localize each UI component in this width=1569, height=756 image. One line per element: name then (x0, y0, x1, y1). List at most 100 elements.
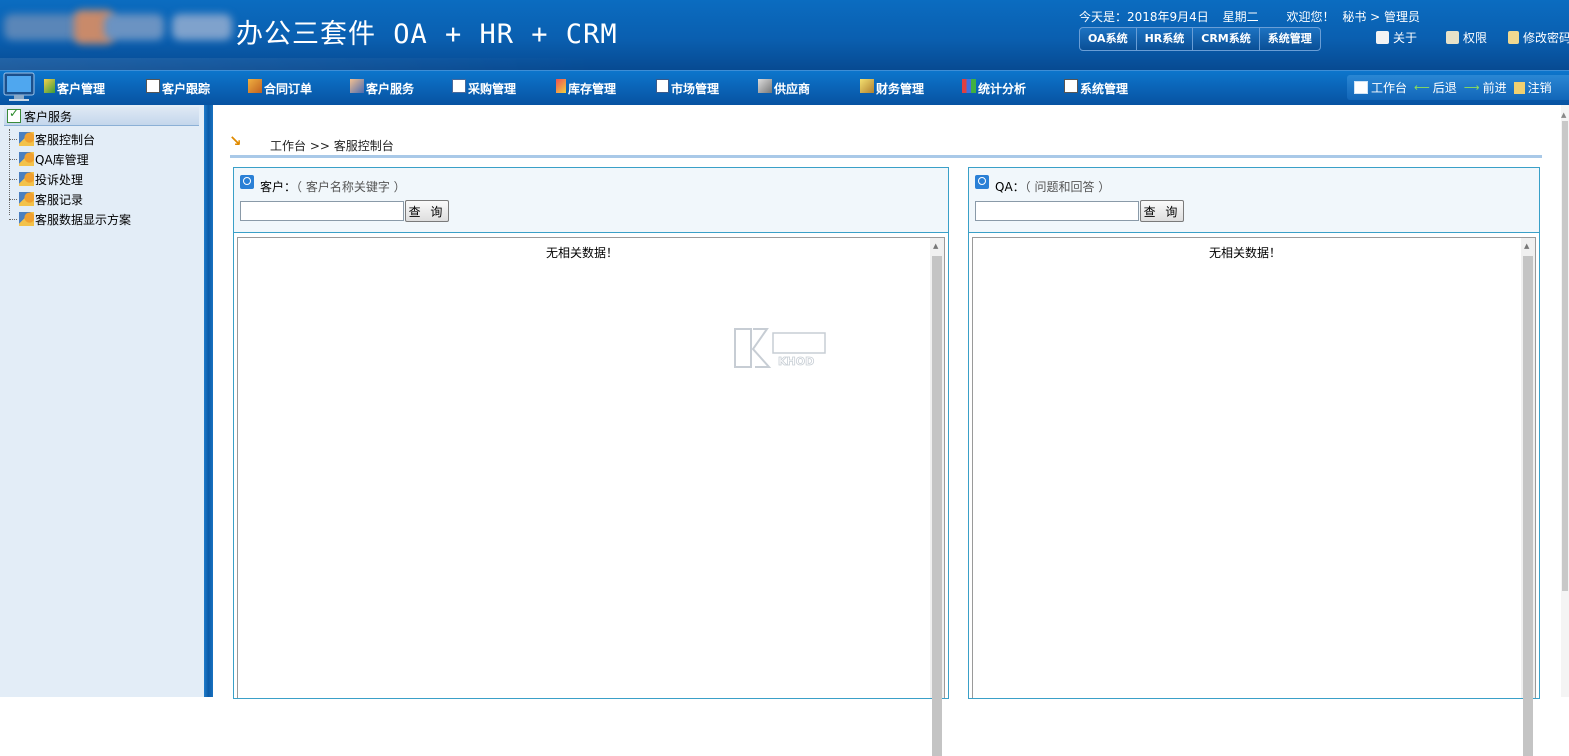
menu-inventory[interactable]: 库存管理 (556, 71, 616, 106)
qa-empty-message: 无相关数据！ (1209, 246, 1282, 260)
tab-oa-system[interactable]: OA系统 (1080, 28, 1137, 50)
sidebar-item-display-scheme[interactable]: 客服数据显示方案 (9, 209, 131, 229)
forward-link[interactable]: ⟶ 前进 (1464, 79, 1507, 96)
search-icon (975, 175, 989, 189)
logout-label: 注销 (1527, 81, 1552, 95)
purchasing-icon (452, 78, 466, 93)
quick-actions: 工作台 ⟵ 后退 ⟶ 前进 注销 (1347, 75, 1569, 100)
menu-label: 统计分析 (978, 82, 1027, 96)
qa-query-button[interactable]: 查 询 (1140, 200, 1184, 222)
main-menu-bar: 客户管理 客户跟踪 合同订单 客户服务 采购管理 库存管理 市场管理 供应商 财… (0, 70, 1569, 106)
qa-search-label: QA：（ 问题和回答 ） (995, 178, 1110, 195)
sidebar-header[interactable]: 客户服务 (4, 106, 199, 126)
suppliers-icon (758, 78, 772, 93)
customer-search-input[interactable] (240, 201, 404, 221)
change-password-link[interactable]: 修改密码 (1508, 29, 1569, 46)
sidebar-splitter[interactable] (204, 105, 213, 697)
user-key-icon (19, 132, 34, 146)
user-key-icon (19, 212, 34, 226)
menu-finance[interactable]: 财务管理 (860, 71, 924, 106)
qa-results-list[interactable]: 无相关数据！ ▲ (972, 237, 1536, 756)
back-label: 后退 (1432, 81, 1457, 95)
customer-empty-message: 无相关数据！ (546, 246, 619, 260)
customer-search-header: 客户：（ 客户名称关键字 ） 查 询 (234, 168, 948, 233)
workbench-link[interactable]: 工作台 (1354, 79, 1407, 96)
system-management-icon (1064, 78, 1078, 93)
blurred-logo (4, 6, 232, 48)
breadcrumb-divider (230, 155, 1542, 158)
menu-customer-tracking[interactable]: 客户跟踪 (146, 71, 210, 106)
customer-results-list[interactable]: 无相关数据！ ▲ (237, 237, 945, 756)
menu-customer-management[interactable]: 客户管理 (44, 71, 105, 106)
qa-results-scrollbar[interactable]: ▲ (1521, 238, 1535, 756)
menu-customer-service[interactable]: 客户服务 (350, 71, 414, 106)
menu-purchasing[interactable]: 采购管理 (452, 71, 516, 106)
menu-label: 系统管理 (1080, 82, 1129, 96)
watermark-text: KHOD (778, 355, 814, 368)
menu-marketing[interactable]: 市场管理 (656, 71, 719, 106)
watermark-logo: KHOD (734, 328, 826, 368)
page-scrollbar[interactable]: ▲ (1561, 105, 1569, 697)
qa-hint: （ 问题和回答 ） (1024, 180, 1111, 194)
customer-search-label: 客户：（ 客户名称关键字 ） (260, 178, 406, 195)
scroll-thumb[interactable] (932, 256, 942, 756)
scroll-up-icon[interactable]: ▲ (933, 242, 938, 250)
welcome-label: 欢迎您！ (1286, 10, 1335, 24)
sidebar-item-qa-library[interactable]: QA库管理 (9, 149, 131, 169)
checkbox-icon (7, 106, 21, 123)
sidebar-item-service-records[interactable]: 客服记录 (9, 189, 131, 209)
menu-contract-orders[interactable]: 合同订单 (248, 71, 312, 106)
forward-label: 前进 (1482, 81, 1507, 95)
user-key-icon (19, 172, 34, 186)
customer-query-button[interactable]: 查 询 (405, 200, 449, 222)
menu-suppliers[interactable]: 供应商 (758, 71, 810, 106)
arrow-right-icon: ⟶ (1463, 81, 1480, 94)
sidebar-tree: 客服控制台 QA库管理 投诉处理 客服记录 客服数据显示方案 (9, 129, 131, 229)
lock-icon (1446, 31, 1459, 44)
tab-system-management[interactable]: 系统管理 (1260, 28, 1320, 50)
scroll-thumb[interactable] (1523, 256, 1533, 756)
qa-label: QA： (995, 180, 1025, 194)
user-key-icon (19, 152, 34, 166)
scroll-up-icon[interactable]: ▲ (1524, 242, 1529, 250)
customer-hint: （ 客户名称关键字 ） (296, 180, 406, 194)
menu-label: 财务管理 (876, 82, 925, 96)
date-welcome-line: 今天是：2018年9月4日 星期二 欢迎您！ 秘书 > 管理员 (1079, 8, 1430, 25)
key-icon (1508, 31, 1519, 44)
menu-system-management[interactable]: 系统管理 (1064, 71, 1128, 106)
user-key-icon (19, 192, 34, 206)
sidebar-item-service-console[interactable]: 客服控制台 (9, 129, 131, 149)
tab-crm-system[interactable]: CRM系统 (1193, 28, 1260, 50)
customer-tracking-icon (146, 78, 160, 93)
menu-label: 客户管理 (57, 82, 106, 96)
sidebar-title: 客户服务 (24, 109, 73, 124)
menu-label: 市场管理 (671, 82, 720, 96)
arrow-down-right-icon: ↘ (229, 132, 242, 150)
menu-label: 供应商 (774, 82, 811, 96)
customer-search-panel: 客户：（ 客户名称关键字 ） 查 询 无相关数据！ ▲ (233, 167, 949, 756)
sidebar-item-complaints[interactable]: 投诉处理 (9, 169, 131, 189)
qa-search-header: QA：（ 问题和回答 ） 查 询 (969, 168, 1539, 233)
customer-results-scrollbar[interactable]: ▲ (930, 238, 944, 756)
sidebar-item-label: 投诉处理 (35, 172, 84, 187)
back-link[interactable]: ⟵ 后退 (1414, 79, 1457, 96)
bar-chart-icon (962, 78, 976, 93)
qa-search-panel: QA：（ 问题和回答 ） 查 询 无相关数据！ ▲ (968, 167, 1540, 756)
sidebar-item-label: 客服记录 (35, 192, 84, 207)
scroll-thumb[interactable] (1562, 121, 1568, 591)
app-header: 办公三套件 OA + HR + CRM 今天是：2018年9月4日 星期二 欢迎… (0, 0, 1569, 70)
scroll-up-icon[interactable]: ▲ (1561, 111, 1566, 119)
menu-statistics[interactable]: 统计分析 (962, 71, 1026, 106)
permissions-label: 权限 (1463, 31, 1488, 45)
current-user: 秘书 > 管理员 (1342, 10, 1421, 24)
about-link[interactable]: 关于 (1376, 29, 1417, 46)
system-tabs: OA系统 HR系统 CRM系统 系统管理 (1079, 27, 1321, 51)
menu-label: 库存管理 (568, 82, 617, 96)
document-icon (1376, 31, 1389, 44)
qa-search-input[interactable] (975, 201, 1139, 221)
date-label: 今天是：2018年9月4日 (1079, 10, 1209, 24)
logout-link[interactable]: 注销 (1513, 79, 1552, 96)
tab-hr-system[interactable]: HR系统 (1137, 28, 1194, 50)
permissions-link[interactable]: 权限 (1446, 29, 1487, 46)
menu-label: 客户服务 (366, 82, 415, 96)
